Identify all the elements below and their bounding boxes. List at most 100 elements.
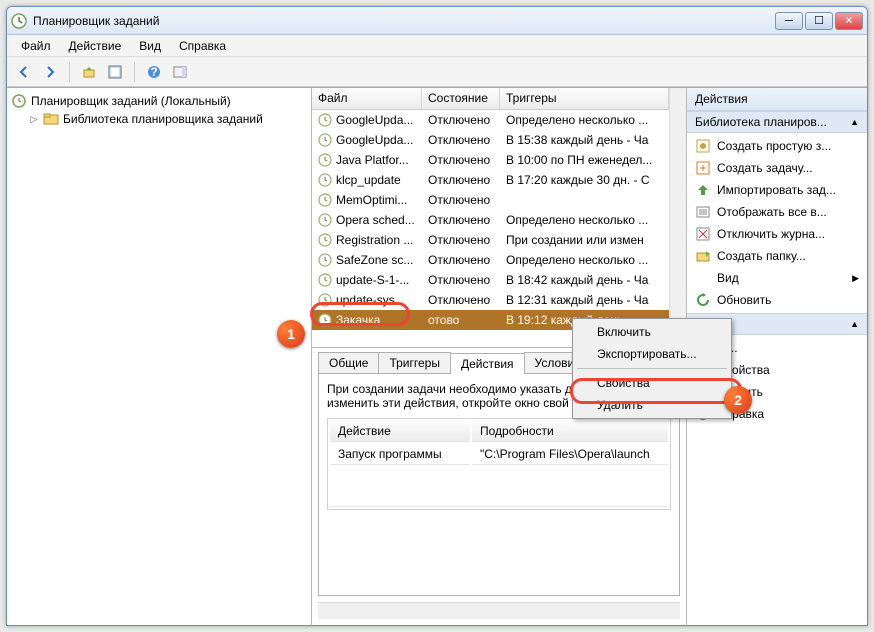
action-item[interactable]: Импортировать зад... (687, 179, 867, 201)
back-button[interactable] (13, 61, 35, 83)
task-list: Файл Состояние Триггеры GoogleUpda...Отк… (312, 88, 686, 348)
task-scheduler-window: Планировщик заданий ─ ☐ ✕ Файл Действие … (6, 6, 868, 626)
task-name: update-sys (336, 293, 395, 307)
tree-root-label: Планировщик заданий (Локальный) (31, 94, 231, 108)
tree-root[interactable]: Планировщик заданий (Локальный) (9, 92, 309, 110)
task-trigger: Определено несколько ... (500, 112, 669, 128)
action-item[interactable]: Отображать все в... (687, 201, 867, 223)
clock-icon (318, 133, 332, 147)
up-button[interactable] (78, 61, 100, 83)
action-item[interactable]: Создать простую з... (687, 135, 867, 157)
action-item[interactable]: Отключить журна... (687, 223, 867, 245)
task-name: GoogleUpda... (336, 133, 413, 147)
task-row[interactable]: GoogleUpda... ОтключеноВ 15:38 каждый ден… (312, 130, 669, 150)
action-item[interactable]: Создать задачу... (687, 157, 867, 179)
action-item[interactable]: Создать папку... (687, 245, 867, 267)
window-buttons: ─ ☐ ✕ (775, 12, 863, 30)
minimize-button[interactable]: ─ (775, 12, 803, 30)
task-state: Отключено (422, 192, 500, 208)
forward-button[interactable] (39, 61, 61, 83)
action-label: Создать простую з... (717, 139, 831, 153)
menu-file[interactable]: Файл (13, 37, 59, 55)
action-row[interactable]: Запуск программы "C:\Program Files\Opera… (330, 444, 668, 465)
task-row[interactable]: update-sysОтключеноВ 12:31 каждый день -… (312, 290, 669, 310)
task-name: update-S-1-... (336, 273, 409, 287)
task-state: Отключено (422, 112, 500, 128)
tab-triggers[interactable]: Триггеры (378, 352, 451, 373)
task-state: Отключено (422, 292, 500, 308)
col-triggers[interactable]: Триггеры (500, 88, 669, 109)
tab-general[interactable]: Общие (318, 352, 379, 373)
horizontal-scrollbar[interactable] (318, 602, 680, 619)
action-item[interactable]: Вид▶ (687, 267, 867, 289)
task-row[interactable]: Opera sched...ОтключеноОпределено нескол… (312, 210, 669, 230)
help-button[interactable]: ? (143, 61, 165, 83)
action-icon (695, 138, 711, 154)
task-row[interactable]: MemOptimi...Отключено (312, 190, 669, 210)
view-button[interactable] (104, 61, 126, 83)
col-action[interactable]: Действие (330, 421, 470, 442)
task-row[interactable]: update-S-1-...ОтключеноВ 18:42 каждый де… (312, 270, 669, 290)
task-state: Отключено (422, 152, 500, 168)
clock-icon (318, 253, 332, 267)
action-icon (695, 292, 711, 308)
task-row[interactable]: Java Platfor...ОтключеноВ 10:00 по ПН еж… (312, 150, 669, 170)
ctx-export[interactable]: Экспортировать... (575, 343, 729, 365)
maximize-button[interactable]: ☐ (805, 12, 833, 30)
task-row[interactable]: GoogleUpda...ОтключеноОпределено несколь… (312, 110, 669, 130)
column-headers: Файл Состояние Триггеры (312, 88, 669, 110)
ctx-properties[interactable]: Свойства (575, 372, 729, 394)
task-trigger: В 15:38 каждый день - Ча (500, 132, 669, 148)
col-file[interactable]: Файл (312, 88, 422, 109)
svg-text:?: ? (150, 65, 157, 79)
action-icon (695, 204, 711, 220)
task-name: klcp_update (336, 173, 401, 187)
clock-icon (318, 153, 332, 167)
navigation-tree[interactable]: Планировщик заданий (Локальный) ▷ Библио… (7, 88, 312, 625)
task-name: Registration ... (336, 233, 413, 247)
chevron-right-icon: ▶ (852, 273, 859, 284)
action-item[interactable]: Обновить (687, 289, 867, 311)
col-details[interactable]: Подробности (472, 421, 668, 442)
menu-view[interactable]: Вид (131, 37, 169, 55)
expand-icon[interactable]: ▷ (29, 114, 39, 124)
task-trigger (500, 199, 669, 201)
task-trigger: Определено несколько ... (500, 212, 669, 228)
task-state: отово (422, 312, 500, 328)
col-state[interactable]: Состояние (422, 88, 500, 109)
tab-actions[interactable]: Действия (450, 353, 525, 374)
vertical-scrollbar[interactable] (669, 88, 686, 347)
task-rows[interactable]: GoogleUpda...ОтключеноОпределено несколь… (312, 110, 669, 347)
task-row[interactable]: klcp_updateОтключеноВ 17:20 каждые 30 дн… (312, 170, 669, 190)
action-icon (695, 160, 711, 176)
task-row[interactable]: SafeZone sc...ОтключеноОпределено нескол… (312, 250, 669, 270)
menu-help[interactable]: Справка (171, 37, 234, 55)
ctx-separator (577, 368, 727, 369)
actions-pane-title: Действия (687, 88, 867, 111)
task-trigger: Определено несколько ... (500, 252, 669, 268)
ctx-enable[interactable]: Включить (575, 321, 729, 343)
ctx-delete[interactable]: Удалить (575, 394, 729, 416)
clock-icon (318, 213, 332, 227)
tree-library[interactable]: ▷ Библиотека планировщика заданий (9, 110, 309, 128)
actions-section-library[interactable]: Библиотека планиров... ▲ (687, 111, 867, 133)
close-button[interactable]: ✕ (835, 12, 863, 30)
task-row[interactable]: Registration ...ОтключеноПри создании ил… (312, 230, 669, 250)
clock-icon (318, 173, 332, 187)
task-state: Отключено (422, 132, 500, 148)
task-name: SafeZone sc... (336, 253, 413, 267)
clock-icon (318, 193, 332, 207)
action-icon (695, 248, 711, 264)
clock-icon (318, 113, 332, 127)
main-body: Планировщик заданий (Локальный) ▷ Библио… (7, 87, 867, 625)
menu-action[interactable]: Действие (61, 37, 130, 55)
task-name: Закачка (336, 313, 380, 327)
annotation-badge-2: 2 (724, 386, 752, 414)
actions-table: Действие Подробности Запуск программы "C… (327, 418, 671, 510)
toolbar: ? (7, 57, 867, 87)
folder-icon (43, 111, 59, 127)
titlebar: Планировщик заданий ─ ☐ ✕ (7, 7, 867, 35)
tree-library-label: Библиотека планировщика заданий (63, 112, 263, 126)
panel-button[interactable] (169, 61, 191, 83)
clock-icon (318, 293, 332, 307)
